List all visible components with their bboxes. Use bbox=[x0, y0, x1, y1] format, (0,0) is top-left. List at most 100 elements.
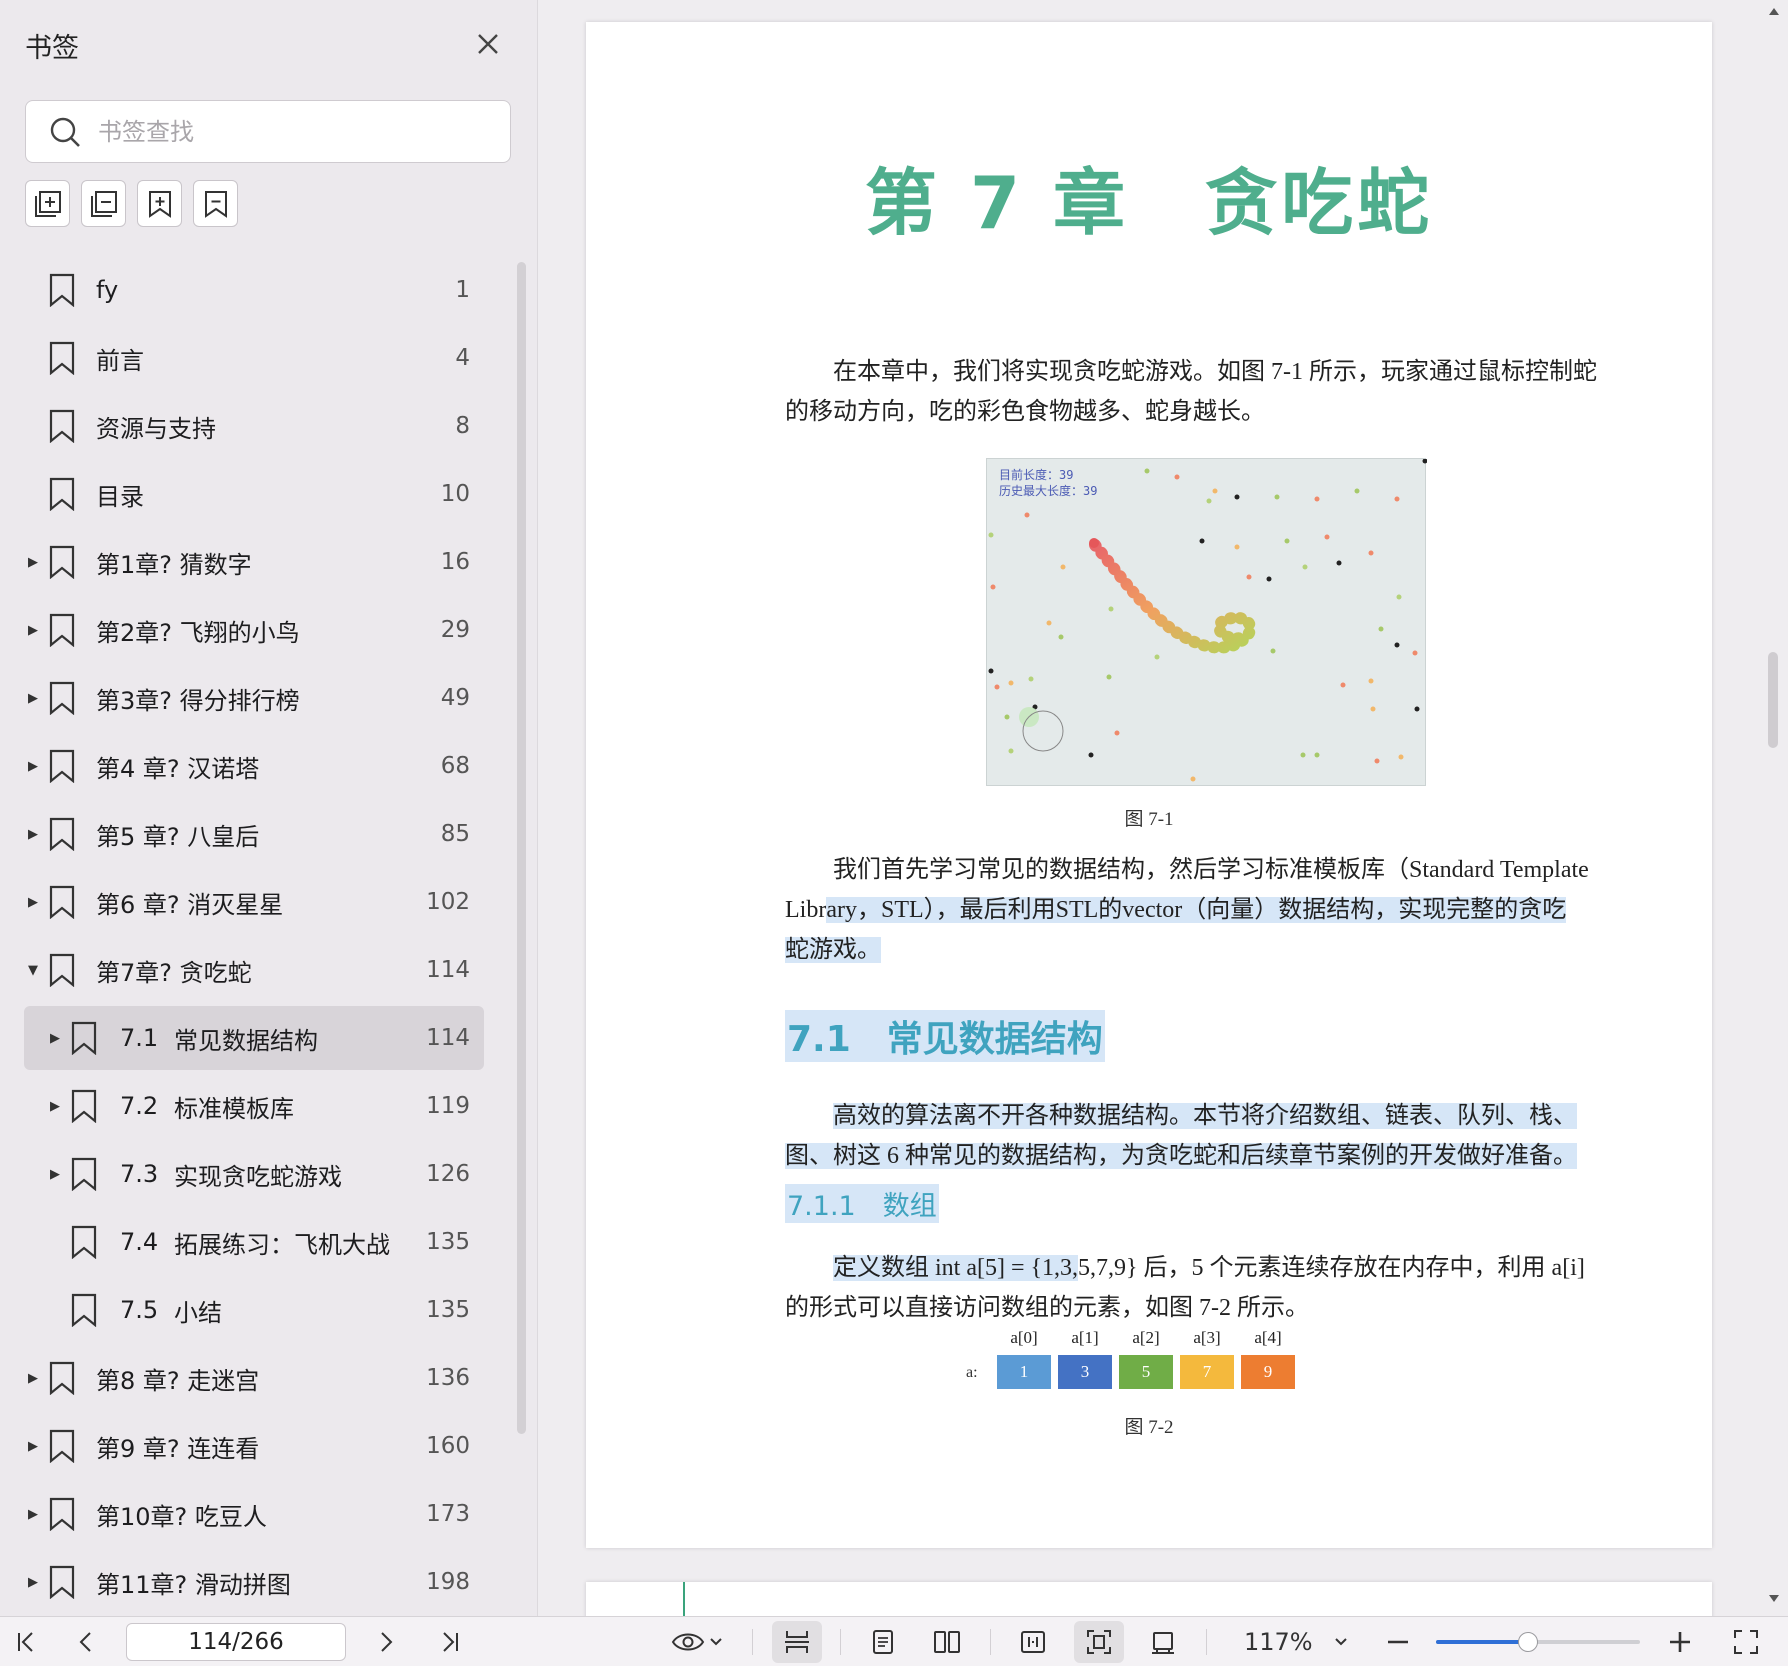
bookmark-number: 7.4 bbox=[120, 1228, 159, 1256]
collapsed-caret-icon[interactable]: ▶ bbox=[48, 1031, 62, 1046]
bookmark-item[interactable]: 7.4 拓展练习：飞机大战 135 bbox=[0, 1208, 518, 1276]
bookmark-item[interactable]: ▶ 7.1 常见数据结构 114 bbox=[0, 1004, 518, 1072]
bookmark-label: 资源与支持 bbox=[96, 414, 216, 443]
collapsed-caret-icon[interactable]: ▶ bbox=[48, 1099, 62, 1114]
bookmark-item[interactable]: ▶ 第3章? 得分排行榜 49 bbox=[0, 664, 518, 732]
collapse-all-button[interactable] bbox=[81, 180, 126, 227]
expanded-caret-icon[interactable]: ▼ bbox=[26, 963, 40, 978]
collapsed-caret-icon[interactable]: ▶ bbox=[26, 827, 40, 842]
previous-page-button[interactable] bbox=[66, 1617, 106, 1666]
bookmark-label: 第6 章? 消灭星星 bbox=[96, 890, 284, 919]
bookmark-item[interactable]: ▶ 第2章? 飞翔的小鸟 29 bbox=[0, 596, 518, 664]
zoom-slider-knob[interactable] bbox=[1517, 1632, 1538, 1652]
page-number-input[interactable]: 114/266 bbox=[126, 1623, 346, 1661]
zoom-in-button[interactable] bbox=[1660, 1617, 1700, 1666]
first-page-button[interactable] bbox=[6, 1617, 46, 1666]
toolbar-divider bbox=[990, 1629, 991, 1655]
scroll-up-icon[interactable] bbox=[1768, 6, 1780, 16]
bookmark-item[interactable]: ▶ 7.3 实现贪吃蛇游戏 126 bbox=[0, 1140, 518, 1208]
array-line: 定义数组 int a[5] = {1,3,5,7,9} 后，5 个元素连续存放在… bbox=[785, 1248, 1615, 1288]
bookmark-search bbox=[25, 100, 511, 163]
bookmark-search-input[interactable] bbox=[98, 111, 488, 153]
zoom-slider[interactable] bbox=[1436, 1632, 1640, 1652]
stl-line: Library，STL），最后利用STL的vector（向量）数据结构，实现完整… bbox=[785, 890, 1615, 930]
toolbar-divider bbox=[752, 1629, 753, 1655]
bookmark-item[interactable]: ▶ 第8 章? 走迷宫 136 bbox=[0, 1344, 518, 1412]
rotate-page-button[interactable] bbox=[1138, 1617, 1188, 1666]
fit-page-button[interactable] bbox=[1074, 1621, 1124, 1663]
collapsed-caret-icon[interactable]: ▶ bbox=[26, 555, 40, 570]
bookmark-item[interactable]: ▼ 第7章? 贪吃蛇 114 bbox=[0, 936, 518, 1004]
two-page-button[interactable] bbox=[922, 1617, 972, 1666]
bookmark-item[interactable]: ▶ 第10章? 吃豆人 173 bbox=[0, 1480, 518, 1548]
collapsed-caret-icon[interactable]: ▶ bbox=[26, 1439, 40, 1454]
document-scrollbar-thumb[interactable] bbox=[1768, 652, 1778, 748]
two-page-icon bbox=[934, 1631, 960, 1653]
collapsed-caret-icon[interactable]: ▶ bbox=[26, 759, 40, 774]
bookmark-item[interactable]: 目录 10 bbox=[0, 460, 518, 528]
bookmark-item[interactable]: 资源与支持 8 bbox=[0, 392, 518, 460]
next-page-button[interactable] bbox=[366, 1617, 406, 1666]
collapsed-caret-icon[interactable]: ▶ bbox=[26, 895, 40, 910]
scroll-down-icon[interactable] bbox=[1768, 1594, 1780, 1604]
bookmark-item[interactable]: ▶ 7.2 标准模板库 119 bbox=[0, 1072, 518, 1140]
sidebar-scrollbar[interactable] bbox=[517, 262, 526, 1434]
bookmark-label: 第7章? 贪吃蛇 bbox=[96, 958, 252, 987]
bookmark-icon bbox=[48, 749, 76, 784]
bookmark-icon bbox=[70, 1089, 98, 1124]
zoom-dropdown-button[interactable] bbox=[1326, 1617, 1356, 1666]
fit-page-icon bbox=[1087, 1630, 1111, 1654]
zoom-level[interactable]: 117% bbox=[1244, 1617, 1313, 1666]
bookmark-item[interactable]: ▶ 第9 章? 连连看 160 bbox=[0, 1412, 518, 1480]
collapsed-caret-icon[interactable]: ▶ bbox=[48, 1167, 62, 1182]
close-icon[interactable] bbox=[470, 26, 506, 62]
bookmark-page-number: 8 bbox=[455, 413, 470, 439]
bookmark-icon bbox=[70, 1293, 98, 1328]
array-index-label: a[1] bbox=[1071, 1328, 1099, 1347]
collapsed-caret-icon[interactable]: ▶ bbox=[26, 1507, 40, 1522]
text-run: 5,7,9} 后，5 个元素连续存放在内存中，利用 a[i] bbox=[1078, 1255, 1585, 1281]
array-cell: 1 bbox=[996, 1354, 1052, 1390]
document-viewer[interactable]: 第 7 章 贪吃蛇 在本章中，我们将实现贪吃蛇游戏。如图 7-1 所示，玩家通过… bbox=[538, 0, 1788, 1616]
read-mode-button[interactable] bbox=[664, 1617, 730, 1666]
bookmark-page-number: 1 bbox=[455, 277, 470, 303]
bookmark-label: 第3章? 得分排行榜 bbox=[96, 686, 300, 715]
text-cursor bbox=[683, 1582, 685, 1616]
fit-width-button[interactable] bbox=[1008, 1617, 1058, 1666]
expand-all-button[interactable] bbox=[25, 180, 70, 227]
collapsed-caret-icon[interactable]: ▶ bbox=[26, 623, 40, 638]
intro-paragraph: 在本章中，我们将实现贪吃蛇游戏。如图 7-1 所示，玩家通过鼠标控制蛇 的移动方… bbox=[785, 352, 1615, 432]
add-bookmark-button[interactable] bbox=[137, 180, 182, 227]
chevron-down-icon bbox=[1335, 1638, 1347, 1646]
collapsed-caret-icon[interactable]: ▶ bbox=[26, 691, 40, 706]
subsection-heading: 7.1.1 数组 bbox=[785, 1184, 939, 1223]
last-page-button[interactable] bbox=[430, 1617, 470, 1666]
bookmark-item[interactable]: ▶ 第6 章? 消灭星星 102 bbox=[0, 868, 518, 936]
bookmark-page-number: 114 bbox=[426, 957, 470, 983]
continuous-scroll-button[interactable] bbox=[772, 1621, 822, 1663]
search-icon bbox=[50, 117, 80, 147]
bookmark-item[interactable]: ▶ 第5 章? 八皇后 85 bbox=[0, 800, 518, 868]
food-dots bbox=[988, 459, 1427, 782]
collapsed-caret-icon[interactable]: ▶ bbox=[26, 1575, 40, 1590]
section-heading: 7.1 常见数据结构 bbox=[785, 1010, 1105, 1062]
collapsed-caret-icon[interactable]: ▶ bbox=[26, 1371, 40, 1386]
snake-game-canvas bbox=[988, 459, 1427, 782]
minus-icon bbox=[1388, 1640, 1408, 1644]
bookmark-item[interactable]: ▶ 第4 章? 汉诺塔 68 bbox=[0, 732, 518, 800]
bookmark-label: 第4 章? 汉诺塔 bbox=[96, 754, 260, 783]
bookmark-item[interactable]: fy 1 bbox=[0, 256, 518, 324]
single-page-button[interactable] bbox=[858, 1617, 908, 1666]
zoom-out-button[interactable] bbox=[1378, 1617, 1418, 1666]
single-page-icon bbox=[873, 1630, 893, 1654]
bookmark-item[interactable]: ▶ 第1章? 猜数字 16 bbox=[0, 528, 518, 596]
snake-game-figure: 目前长度：39 历史最大长度：39 bbox=[986, 458, 1427, 786]
bookmark-item[interactable]: 7.5 小结 135 bbox=[0, 1276, 518, 1344]
bookmark-item[interactable]: 前言 4 bbox=[0, 324, 518, 392]
toolbar-divider bbox=[1206, 1629, 1207, 1655]
array-index-label: a[4] bbox=[1254, 1328, 1282, 1347]
panel-title: 书签 bbox=[25, 33, 79, 64]
remove-bookmark-button[interactable] bbox=[193, 180, 238, 227]
bookmark-item[interactable]: ▶ 第11章? 滑动拼图 198 bbox=[0, 1548, 518, 1616]
fullscreen-button[interactable] bbox=[1726, 1617, 1766, 1666]
